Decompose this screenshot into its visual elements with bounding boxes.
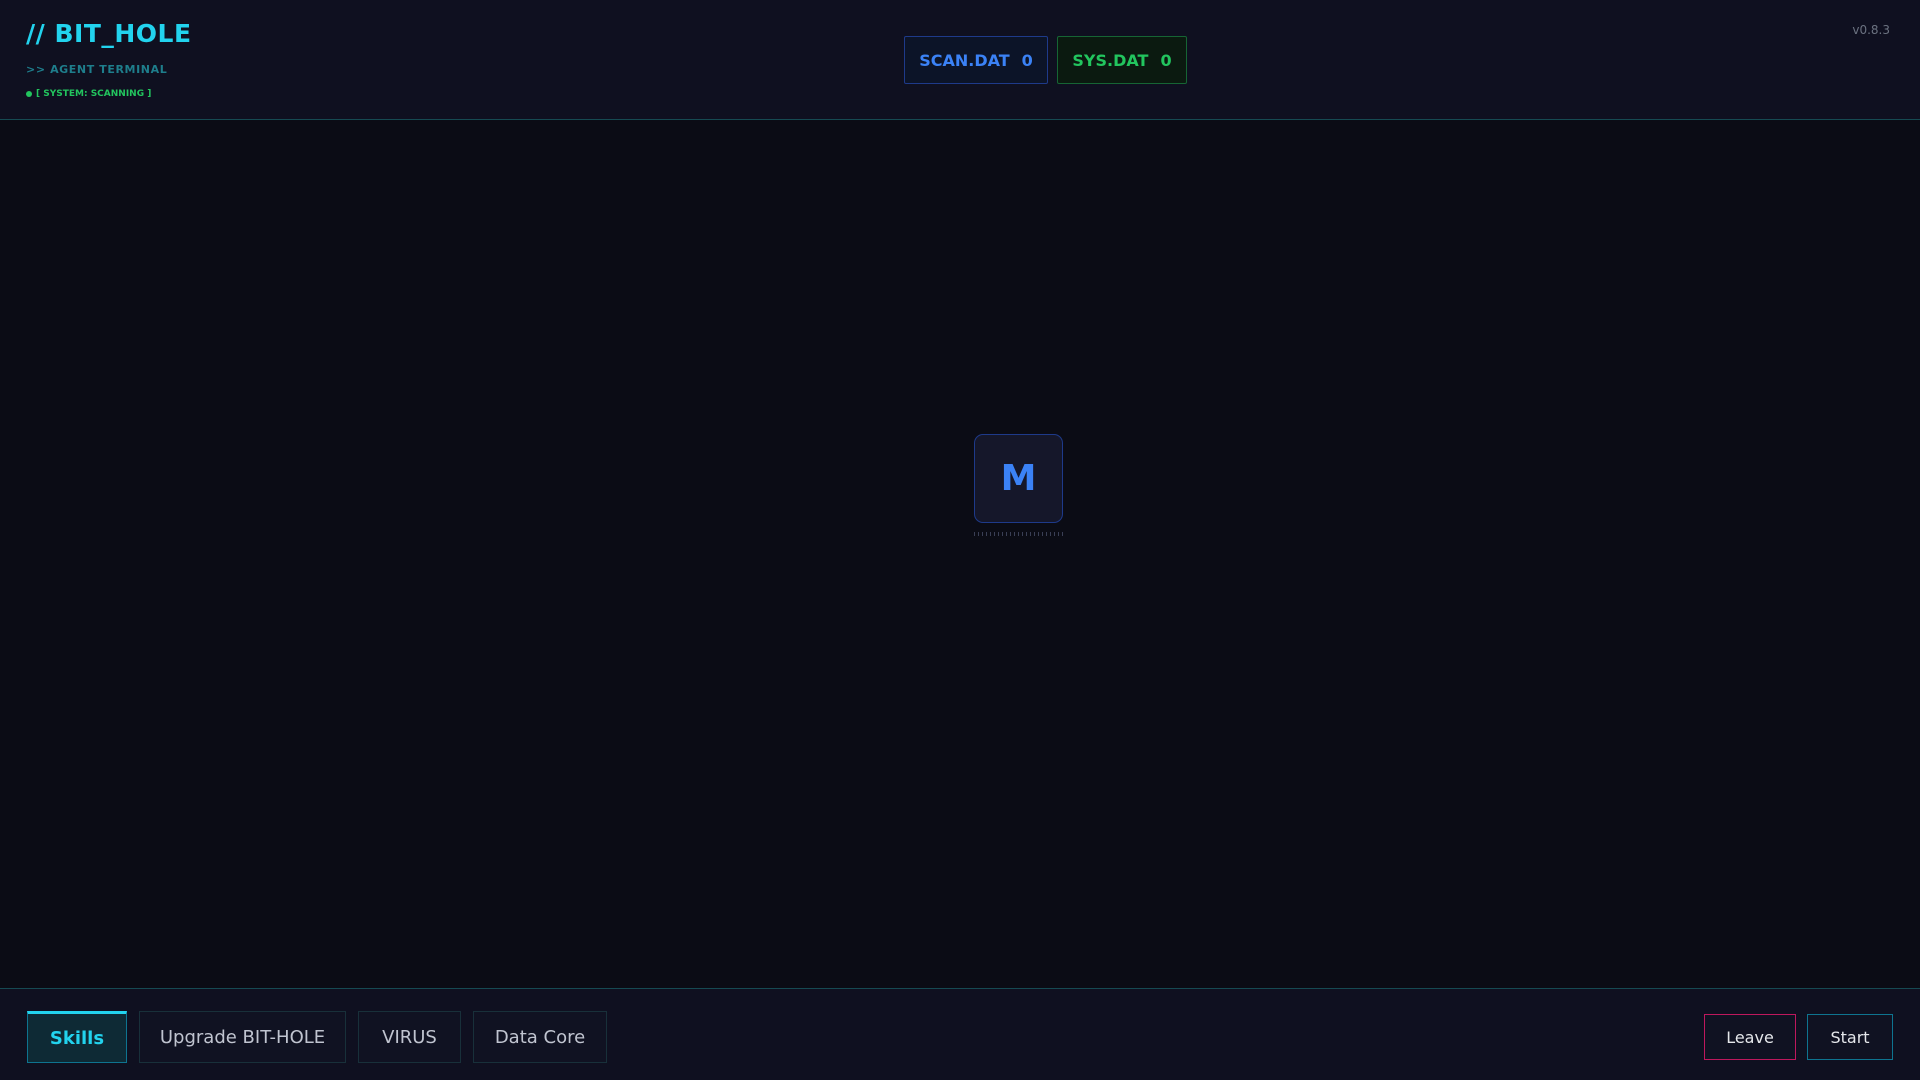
scan-dat-label: SCAN.DAT — [919, 50, 1010, 70]
start-button[interactable]: Start — [1807, 1014, 1893, 1060]
tab-data-core[interactable]: Data Core — [473, 1011, 607, 1063]
system-status: [ SYSTEM: SCANNING ] — [26, 89, 151, 99]
system-status-text: [ SYSTEM: SCANNING ] — [36, 89, 152, 99]
leave-button[interactable]: Leave — [1704, 1014, 1796, 1060]
tab-skills[interactable]: Skills — [27, 1011, 127, 1063]
scan-dat-counter: SCAN.DAT 0 — [904, 36, 1048, 84]
scan-dat-value: 0 — [1021, 50, 1033, 70]
tab-upgrade-bit-hole[interactable]: Upgrade BIT-HOLE — [139, 1011, 346, 1063]
game-area — [0, 121, 1920, 988]
status-dot-icon — [26, 91, 32, 97]
version-label: v0.8.3 — [1852, 23, 1890, 37]
top-bar: // BIT_HOLE >> AGENT TERMINAL [ SYSTEM: … — [0, 0, 1920, 120]
center-node-tile[interactable]: M — [974, 434, 1063, 523]
sys-dat-value: 0 — [1160, 50, 1172, 70]
tab-virus[interactable]: VIRUS — [358, 1011, 461, 1063]
sys-dat-counter: SYS.DAT 0 — [1057, 36, 1187, 84]
app-title: // BIT_HOLE — [26, 19, 192, 48]
app-subtitle: >> AGENT TERMINAL — [26, 63, 168, 76]
center-node-progress-bar — [974, 532, 1063, 536]
bottom-bar: Skills Upgrade BIT-HOLE VIRUS Data Core … — [0, 988, 1920, 1080]
sys-dat-label: SYS.DAT — [1072, 50, 1149, 70]
